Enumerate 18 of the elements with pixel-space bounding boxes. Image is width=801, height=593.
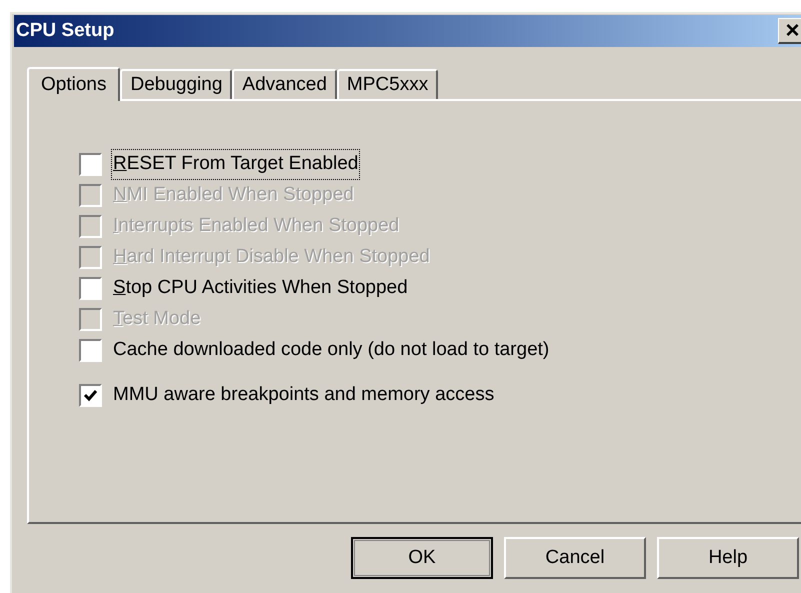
tab[interactable]: Debugging	[120, 69, 232, 99]
window-title: CPU Setup	[15, 18, 114, 43]
checkbox[interactable]	[79, 277, 102, 300]
checkbox[interactable]	[79, 384, 102, 407]
checkbox-label: RESET From Target Enabled	[112, 150, 360, 179]
tab[interactable]: MPC5xxx	[336, 69, 438, 99]
dialog-button[interactable]: Help	[657, 537, 799, 579]
check-icon	[83, 388, 98, 403]
checkbox-label: Stop CPU Activities When Stopped	[112, 276, 409, 300]
checkbox-label: MMU aware breakpoints and memory access	[112, 383, 496, 408]
checkbox[interactable]	[79, 153, 102, 176]
tab[interactable]: Options	[27, 67, 120, 101]
checkbox[interactable]	[79, 339, 102, 362]
dialog-button[interactable]: Cancel	[504, 537, 646, 579]
close-button[interactable]: ×	[778, 18, 801, 44]
dialog-button[interactable]: OK	[351, 537, 493, 579]
checkbox-label: Cache downloaded code only (do not load to target)	[112, 338, 550, 362]
tab[interactable]: Advanced	[232, 69, 337, 99]
